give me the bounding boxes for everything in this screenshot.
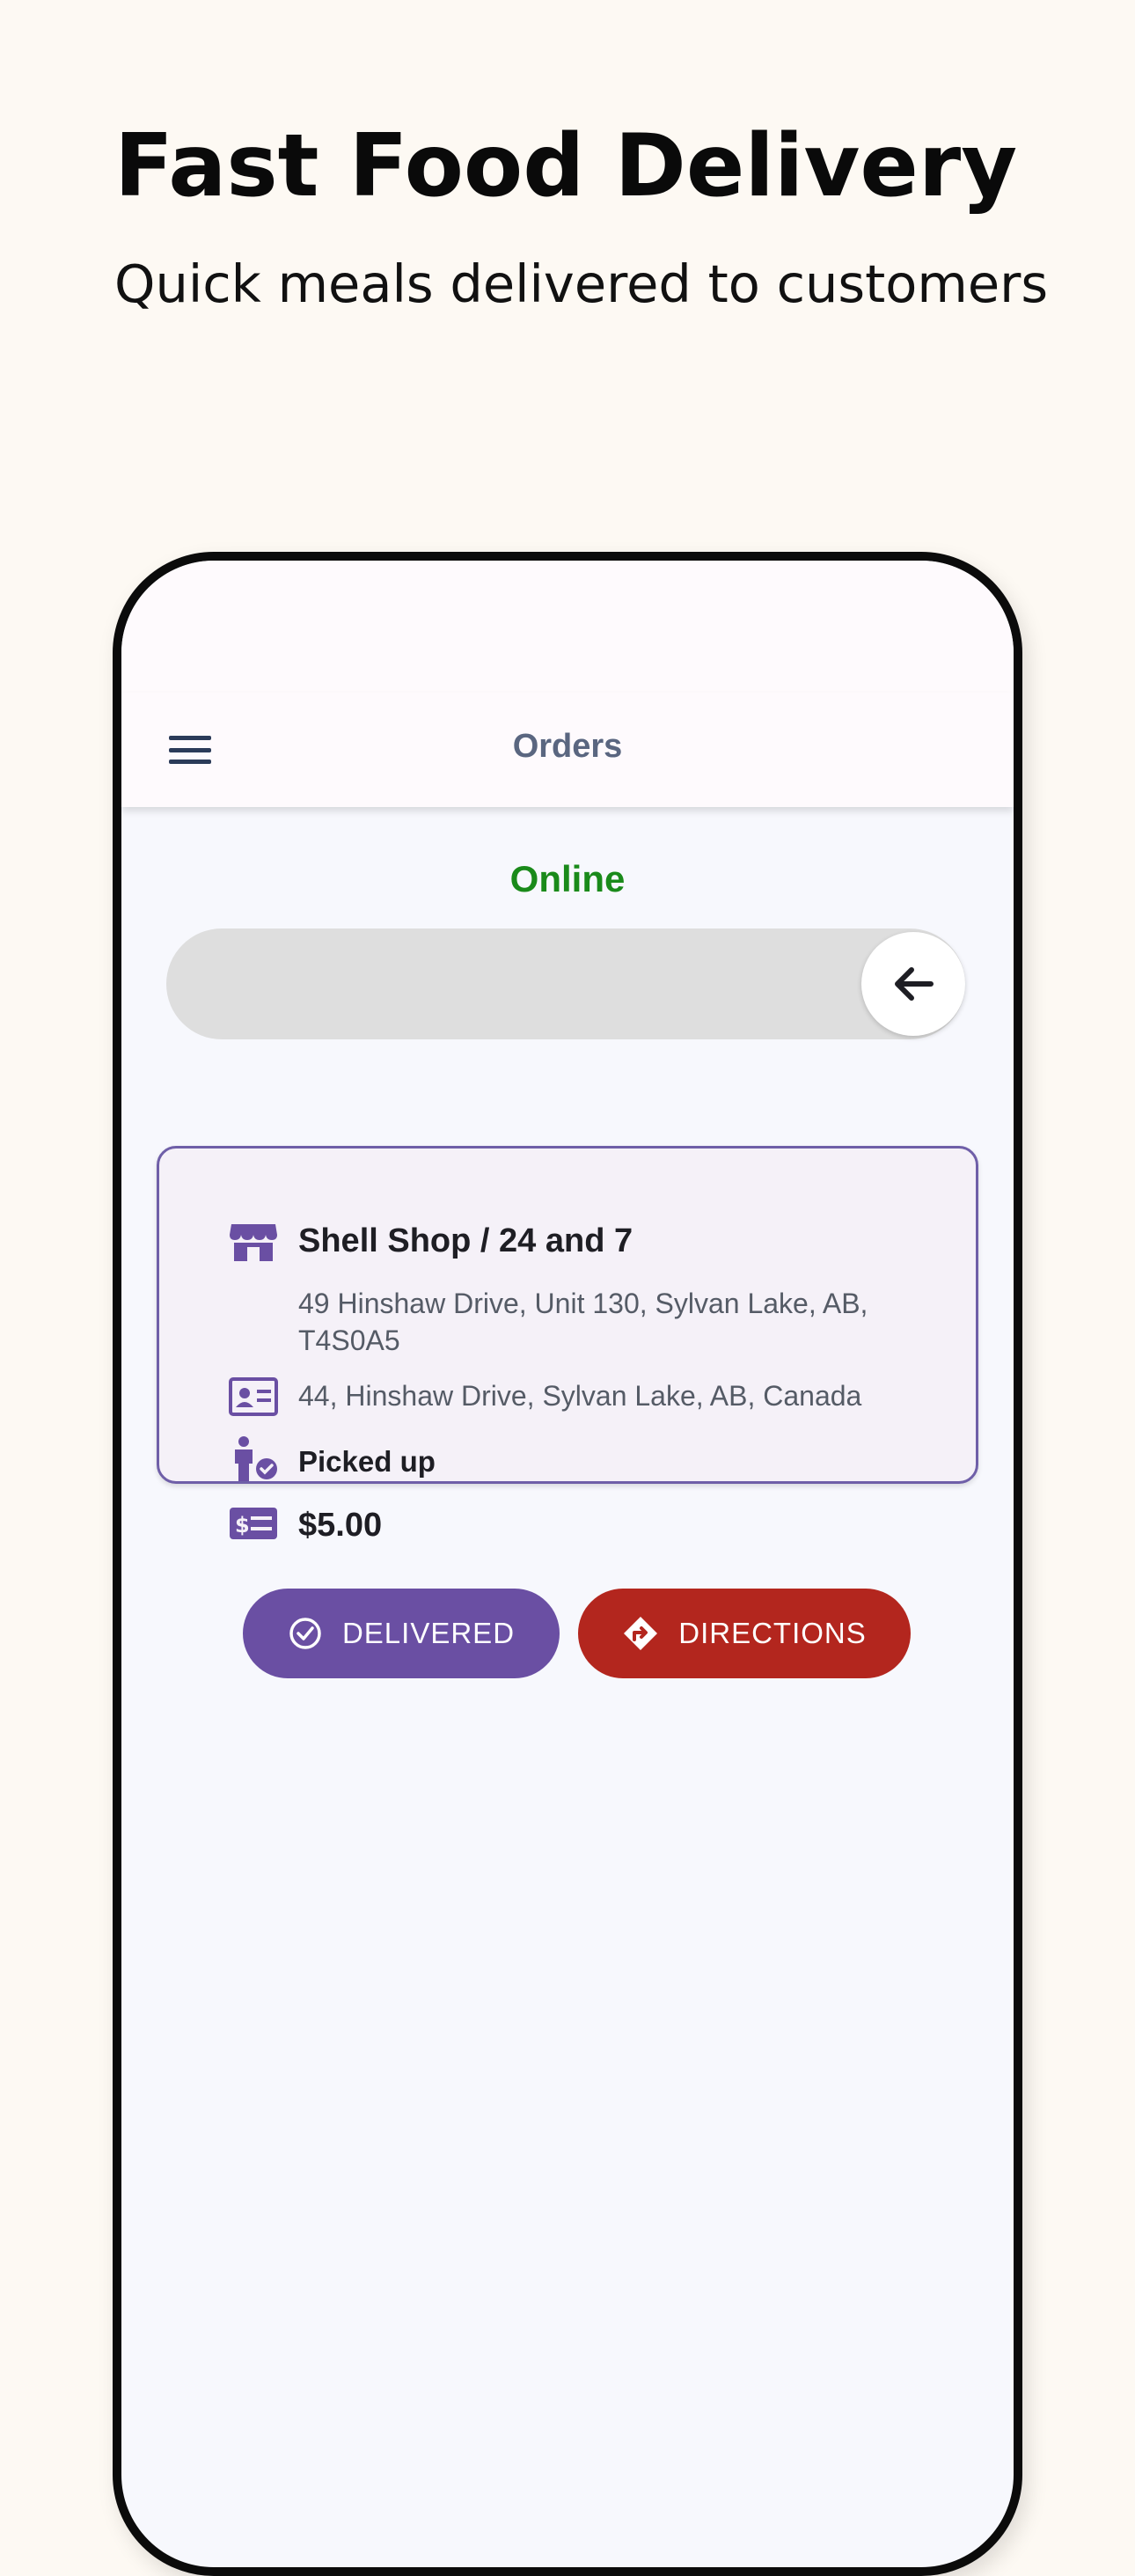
person-check-icon [235,1436,277,1481]
status-bar: 12:53 wifi signal battery [121,561,1014,693]
order-card[interactable]: Shell Shop / 24 and 7 49 Hinshaw Drive, … [157,1146,978,1678]
order-status: Picked up [298,1445,436,1478]
order-price: $5.00 [298,1507,383,1544]
payment-icon: $ [230,1508,277,1539]
shop-address: 49 Hinshaw Drive, Unit 130, Sylvan Lake,… [298,1288,868,1356]
page-title: Orders [512,728,623,765]
promo-title: Fast Food Delivery [114,116,1018,217]
status-time: 12:53 [245,615,311,644]
online-status-label: Online [509,858,626,899]
phone-frame: 12:53 wifi signal battery Orders Online … [113,552,1022,2576]
app-bar: Orders [121,693,1014,807]
online-toggle-slider[interactable] [166,928,965,1039]
contact-card-icon [229,1377,278,1416]
directions-icon [624,1617,658,1650]
shop-name: Shell Shop / 24 and 7 [298,1222,633,1259]
check-circle-icon [289,1618,321,1649]
store-icon [230,1224,277,1261]
customer-address: 44, Hinshaw Drive, Sylvan Lake, AB, Cana… [298,1380,862,1412]
delivered-button-label: DELIVERED [341,1617,516,1649]
directions-button[interactable]: DIRECTIONS [578,1589,911,1678]
status-icons: wifi signal battery [731,615,934,644]
directions-button-label: DIRECTIONS [678,1617,867,1649]
slider-knob[interactable] [861,932,965,1036]
arrow-left-icon [895,967,934,1001]
promo-subtitle: Quick meals delivered to customers [114,253,1049,314]
svg-text:$: $ [235,1513,250,1538]
delivered-button[interactable]: DELIVERED [243,1589,560,1678]
